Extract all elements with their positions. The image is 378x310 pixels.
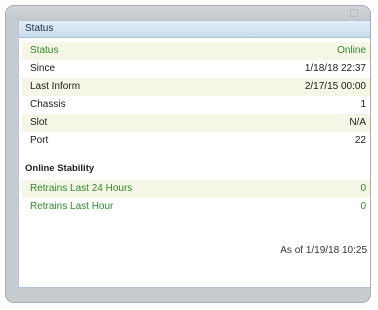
row-label: Status bbox=[30, 45, 59, 56]
panel-title: Status bbox=[25, 23, 54, 34]
retrains-24h-row: Retrains Last 24 Hours 0 bbox=[22, 180, 370, 198]
panel-header: Status bbox=[19, 21, 370, 38]
last-inform-row: Last Inform 2/17/15 00:00 bbox=[22, 78, 370, 96]
stability-table: Retrains Last 24 Hours 0 Retrains Last H… bbox=[19, 176, 370, 216]
row-label: Chassis bbox=[30, 99, 66, 110]
slot-row: Slot N/A bbox=[22, 114, 370, 132]
as-of-timestamp: As of 1/19/18 10:25 bbox=[280, 245, 367, 256]
since-row: Since 1/18/18 22:37 bbox=[22, 60, 370, 78]
row-label: Retrains Last 24 Hours bbox=[30, 183, 133, 194]
online-stability-heading: Online Stability bbox=[25, 163, 95, 174]
row-value: 1/18/18 22:37 bbox=[304, 63, 366, 74]
status-window-frame: Status Status Online Since 1/18/18 22:37… bbox=[5, 5, 371, 303]
row-label: Slot bbox=[30, 117, 48, 128]
row-label: Last Inform bbox=[30, 81, 81, 92]
retrains-last-hour-row: Retrains Last Hour 0 bbox=[22, 198, 370, 216]
row-value: 2/17/15 00:00 bbox=[304, 81, 366, 92]
row-value: 0 bbox=[360, 183, 366, 194]
row-value: 22 bbox=[354, 135, 366, 146]
row-label: Port bbox=[30, 135, 49, 146]
status-table: Status Online Since 1/18/18 22:37 Last I… bbox=[19, 38, 370, 150]
status-row: Status Online bbox=[22, 42, 370, 60]
window-control-icon[interactable] bbox=[350, 9, 358, 17]
window-top-strip bbox=[6, 6, 370, 20]
row-label: Retrains Last Hour bbox=[30, 201, 114, 212]
status-panel: Status Status Online Since 1/18/18 22:37… bbox=[18, 20, 370, 288]
row-label: Since bbox=[30, 63, 56, 74]
row-value: Online bbox=[337, 45, 366, 56]
chassis-row: Chassis 1 bbox=[22, 96, 370, 114]
row-value: 1 bbox=[360, 99, 366, 110]
row-value: 0 bbox=[360, 201, 366, 212]
port-row: Port 22 bbox=[22, 132, 370, 150]
row-value: N/A bbox=[349, 117, 366, 128]
